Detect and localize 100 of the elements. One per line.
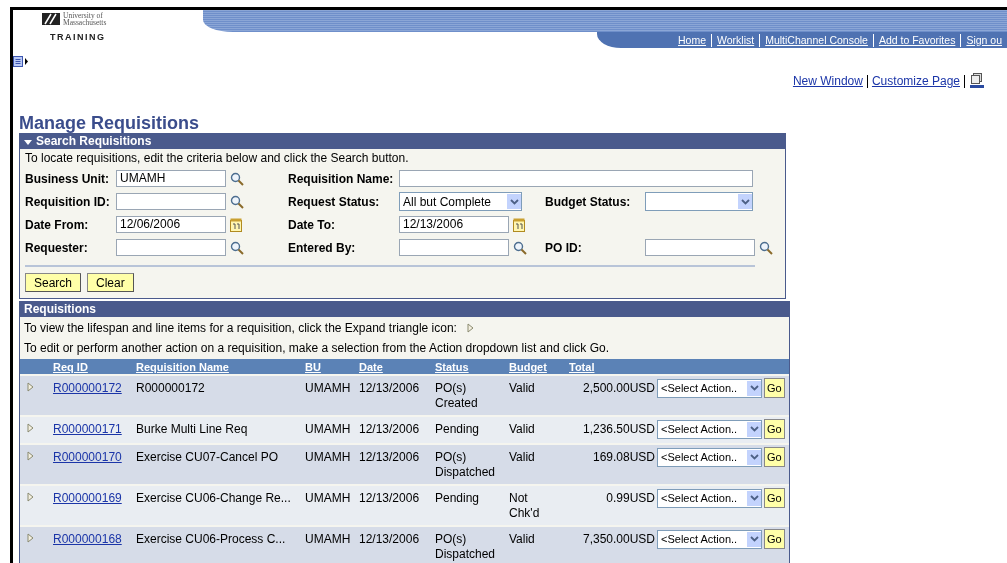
action-dropdown[interactable]: <Select Action.. (657, 447, 762, 467)
pagelet-menu-icon[interactable] (13, 56, 29, 67)
table-cell: PO(s) Dispatched (435, 450, 495, 480)
nav-link[interactable]: Home (673, 33, 712, 47)
caret-icon (740, 198, 750, 205)
logo-icon (42, 13, 60, 25)
text-field[interactable] (116, 239, 226, 256)
collapse-triangle-icon[interactable] (24, 137, 32, 146)
table-cell: 12/13/2006 (359, 491, 420, 505)
table-cell-text: Not Chk'd (509, 491, 541, 521)
instructions: To locate requisitions, edit the criteria below and click the Search button. (24, 150, 410, 165)
page-title: Manage Requisitions (19, 113, 201, 133)
action-dropdown[interactable]: <Select Action.. (657, 529, 762, 549)
table-cell: 2,500.00USD (582, 381, 655, 395)
caret-icon (749, 454, 759, 460)
calendar-icon[interactable] (513, 217, 525, 232)
dropdown[interactable] (645, 192, 753, 211)
table-cell: UMAMH (305, 450, 351, 464)
table-cell: UMAMH (305, 381, 351, 395)
action-button[interactable]: Clear (87, 273, 134, 292)
table-cell: Exercise CU07-Cancel PO (136, 450, 279, 464)
date-field[interactable]: 12/06/2006 (116, 216, 226, 233)
table-cell: 1,236.50USD (582, 422, 655, 436)
nav-link[interactable]: Add to Favorites (872, 33, 961, 47)
go-button[interactable]: Go (764, 447, 785, 467)
text-field[interactable] (399, 170, 753, 187)
expand-triangle-icon[interactable] (27, 423, 34, 433)
table-cell-text: Pending (435, 422, 481, 437)
table-cell-text: Pending (435, 491, 481, 506)
nav-link[interactable]: Sign ou (960, 33, 1007, 47)
table-cell: 12/13/2006 (359, 450, 420, 464)
expand-triangle-icon[interactable] (27, 451, 34, 461)
search-icon[interactable] (230, 194, 244, 209)
field-label: Requisition Name: (288, 171, 395, 186)
table-cell: UMAMH (305, 532, 351, 546)
field-label: Request Status: (288, 194, 381, 209)
panel-title: Requisitions (24, 302, 96, 317)
logo-subtitle: TRAINING (50, 32, 107, 42)
action-dropdown[interactable]: <Select Action.. (657, 378, 762, 398)
table-cell-text: Valid (509, 450, 536, 465)
field-label: Entered By: (288, 240, 357, 255)
search-icon[interactable] (513, 240, 527, 255)
field-label: PO ID: (545, 240, 583, 255)
field-label: Date From: (25, 217, 90, 232)
caret-icon (509, 198, 519, 205)
table-cell-text: Valid (509, 381, 536, 396)
action-dropdown[interactable]: <Select Action.. (657, 419, 762, 439)
expand-triangle-icon[interactable] (27, 533, 34, 543)
panel-header[interactable]: Search Requisitions (20, 134, 785, 149)
expand-triangle-icon[interactable] (27, 382, 34, 392)
table-cell: PO(s) Dispatched (435, 532, 495, 562)
table-cell: 7,350.00USD (582, 532, 655, 546)
table-cell: Exercise CU06-Process C... (136, 532, 286, 546)
caret-icon (749, 385, 759, 391)
dropdown[interactable]: All but Complete (399, 192, 522, 211)
field-label: Business Unit: (25, 171, 110, 186)
text-field[interactable] (645, 239, 755, 256)
search-icon[interactable] (759, 240, 773, 255)
expand-triangle-icon[interactable] (27, 492, 34, 502)
table-cell: UMAMH (305, 491, 351, 505)
table-cell-text: PO(s) Created (435, 381, 479, 411)
table-cell-text: Valid (509, 422, 536, 437)
field-label: Date To: (288, 217, 337, 232)
table-cell: Burke Multi Line Req (136, 422, 248, 436)
page-link[interactable]: New Window (792, 74, 863, 88)
instructions: To edit or perform another action on a requisition, make a selection from the Action dropdown list and click Go. (24, 340, 609, 357)
text-field[interactable] (116, 193, 226, 210)
expand-triangle-icon (466, 323, 474, 333)
nav-link[interactable]: MultiChannel Console (759, 33, 873, 47)
instructions: To view the lifespan and line items for a requisition, click the Expand triangle icon: (24, 320, 457, 337)
go-button[interactable]: Go (764, 529, 785, 549)
table-cell: Exercise CU06-Change Re... (136, 491, 291, 505)
table-cell: 0.99USD (606, 491, 655, 505)
go-button[interactable]: Go (764, 419, 785, 439)
table-cell-text: Valid (509, 532, 536, 547)
text-field[interactable]: UMAMH (116, 170, 226, 187)
calendar-icon[interactable] (230, 217, 242, 232)
action-dropdown[interactable]: <Select Action.. (657, 488, 762, 508)
page-link[interactable]: Customize Page (871, 74, 960, 88)
caret-icon (749, 495, 759, 501)
action-button[interactable]: Search (25, 273, 82, 292)
search-icon[interactable] (230, 171, 244, 186)
nav-link[interactable]: Worklist (711, 33, 760, 47)
text-field[interactable] (399, 239, 509, 256)
table-cell: R000000172 (136, 381, 205, 395)
go-button[interactable]: Go (764, 488, 785, 508)
search-icon[interactable] (230, 240, 244, 255)
field-label: Budget Status: (545, 194, 632, 209)
caret-icon (749, 536, 759, 542)
date-field[interactable]: 12/13/2006 (399, 216, 509, 233)
field-label: Requisition ID: (25, 194, 111, 209)
table-cell: 12/13/2006 (359, 381, 420, 395)
caret-icon (749, 426, 759, 432)
table-cell: UMAMH (305, 422, 351, 436)
go-button[interactable]: Go (764, 378, 785, 398)
document-icon[interactable] (969, 73, 985, 89)
field-label: Requester: (25, 240, 89, 255)
table-cell: 12/13/2006 (359, 532, 420, 546)
panel-title: Search Requisitions (36, 134, 152, 149)
table-cell: 169.08USD (592, 450, 655, 464)
